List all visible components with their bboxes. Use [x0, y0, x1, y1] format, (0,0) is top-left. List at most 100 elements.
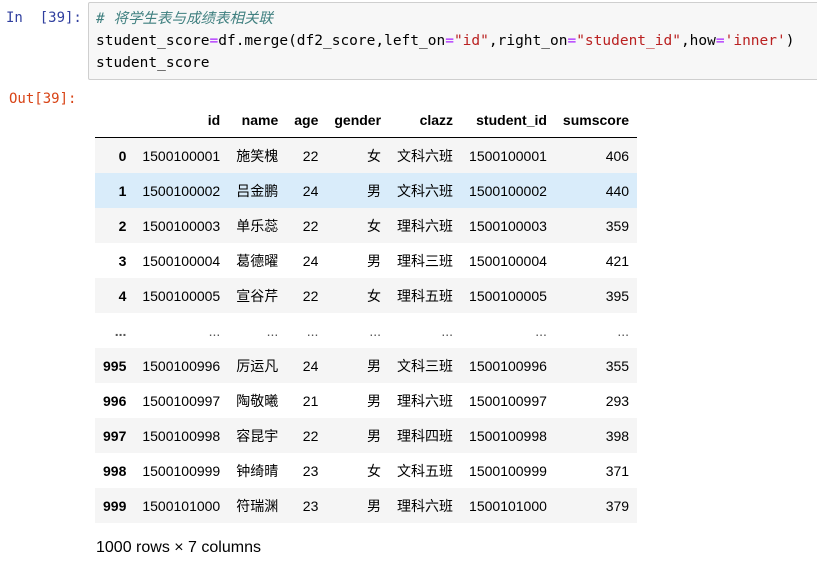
cell-sumscore: 371 [605, 462, 630, 479]
cell-age: 23 [302, 497, 319, 514]
code-token: df.merge(df2_score,left_on [218, 33, 446, 49]
cell-name: 钟绮晴 [236, 462, 279, 479]
code-token: ,right_on [488, 33, 568, 49]
table-row: 1 1500100002 吕金鹏 24 男文科六班 1500100002 440 [95, 173, 638, 208]
cell-age: 22 [302, 217, 319, 234]
cell-sumscore: 440 [605, 182, 630, 199]
cell-name: 厉运凡 [236, 357, 279, 374]
table-row: 995 1500100996 厉运凡 24 男文科三班 1500100996 355 [95, 348, 638, 383]
cell-age: 24 [302, 252, 319, 269]
cell-gender: 男 [367, 392, 382, 409]
code-string: 'inner' [724, 33, 786, 49]
column-header-sumscore: sumscore [554, 103, 638, 138]
code-token: ,how [680, 33, 716, 49]
cell-clazz: 文科六班 [397, 182, 454, 199]
cell-age: 22 [302, 147, 319, 164]
code-token: student_score [96, 33, 210, 49]
cell-sumscore: ... [617, 322, 630, 339]
row-index: 995 [103, 357, 127, 374]
row-index: 2 [118, 217, 127, 234]
cell-name: 单乐蕊 [236, 217, 279, 234]
cell-clazz: 理科六班 [397, 392, 454, 409]
table-row: 996 1500100997 陶敬曦 21 男理科六班 1500100997 293 [95, 383, 638, 418]
table-row: 2 1500100003 单乐蕊 22 女理科六班 1500100003 359 [95, 208, 638, 243]
code-line-output-var: student_score [96, 55, 210, 71]
cell-sumscore: 355 [605, 357, 630, 374]
code-editor[interactable]: # 将学生表与成绩表相关联 student_score=df.merge(df2… [88, 2, 817, 80]
cell-gender: 女 [367, 462, 382, 479]
cell-clazz: ... [441, 322, 454, 339]
cell-gender: 男 [367, 427, 382, 444]
cell-student-id: 1500100996 [469, 357, 547, 374]
column-header-index [95, 103, 135, 138]
row-index: 997 [103, 427, 127, 444]
cell-sumscore: 293 [605, 392, 630, 409]
cell-name: 吕金鹏 [236, 182, 279, 199]
row-index: 1 [118, 182, 127, 199]
cell-age: 24 [302, 357, 319, 374]
cell-sumscore: 406 [605, 147, 630, 164]
cell-student-id: 1500100001 [469, 147, 547, 164]
cell-student-id: 1500100998 [469, 427, 547, 444]
table-header-row: id name age gender clazz student_id sums… [95, 103, 638, 138]
table-row: 0 1500100001 施笑槐 22 女文科六班 1500100001 406 [95, 137, 638, 173]
row-index: 999 [103, 497, 127, 514]
cell-name: 符瑞渊 [236, 497, 279, 514]
code-operator: = [715, 33, 725, 49]
cell-sumscore: 398 [605, 427, 630, 444]
cell-id: 1500100004 [142, 252, 221, 269]
row-index: 996 [103, 392, 127, 409]
column-header-clazz: clazz [389, 103, 462, 138]
cell-id: 1500100001 [142, 147, 221, 164]
cell-gender: 女 [367, 217, 382, 234]
code-line-comment: # 将学生表与成绩表相关联 [96, 8, 817, 30]
cell-age: 21 [302, 392, 319, 409]
cell-id: 1500100997 [142, 392, 221, 409]
cell-age: 22 [302, 427, 319, 444]
cell-name: 容昆宇 [236, 427, 279, 444]
table-body: 0 1500100001 施笑槐 22 女文科六班 1500100001 406 1 15001… [95, 137, 638, 523]
column-header-id: id [134, 103, 229, 138]
cell-student-id: 1500100005 [469, 287, 547, 304]
cell-student-id: 1500100004 [469, 252, 547, 269]
cell-gender: 女 [367, 147, 382, 164]
code-comment: # 将学生表与成绩表相关联 [96, 11, 273, 27]
cell-id: 1500100003 [142, 217, 221, 234]
column-header-age: age [286, 103, 327, 138]
code-string: "id" [453, 33, 489, 49]
cell-clazz: 理科三班 [397, 252, 454, 269]
cell-student-id: ... [535, 322, 547, 339]
cell-student-id: 1500100003 [469, 217, 547, 234]
cell-age: 22 [302, 287, 319, 304]
dataframe-table: id name age gender clazz student_id sums… [95, 103, 638, 523]
cell-gender: 男 [367, 182, 382, 199]
cell-id: 1500100998 [142, 427, 221, 444]
cell-name: 葛德曜 [236, 252, 279, 269]
cell-id: 1500100005 [142, 287, 221, 304]
cell-id: 1500100999 [142, 462, 221, 479]
column-header-student-id: student_id [461, 103, 555, 138]
cell-sumscore: 359 [605, 217, 630, 234]
dataframe-shape: 1000 rows × 7 columns [96, 539, 261, 556]
cell-id: 1500100002 [142, 182, 221, 199]
cell-age: 24 [302, 182, 319, 199]
row-index: 998 [103, 462, 127, 479]
table-row: 999 1500101000 符瑞渊 23 男理科六班 1500101000 379 [95, 488, 638, 523]
cell-student-id: 1500100997 [469, 392, 547, 409]
cell-clazz: 理科六班 [397, 217, 454, 234]
column-header-gender: gender [326, 103, 390, 138]
cell-student-id: 1500100999 [469, 462, 547, 479]
input-prompt: In [39]: [6, 10, 82, 26]
cell-id: 1500100996 [142, 357, 221, 374]
row-index: 0 [118, 147, 127, 164]
cell-name: 宣谷芹 [236, 287, 279, 304]
cell-gender: 男 [367, 497, 382, 514]
code-operator: = [209, 33, 219, 49]
cell-age: ... [306, 322, 319, 339]
cell-clazz: 文科六班 [397, 147, 454, 164]
cell-age: 23 [302, 462, 319, 479]
table-row: 997 1500100998 容昆宇 22 男理科四班 1500100998 398 [95, 418, 638, 453]
cell-id: 1500101000 [142, 497, 221, 514]
cell-gender: 男 [367, 252, 382, 269]
cell-gender: ... [369, 322, 382, 339]
